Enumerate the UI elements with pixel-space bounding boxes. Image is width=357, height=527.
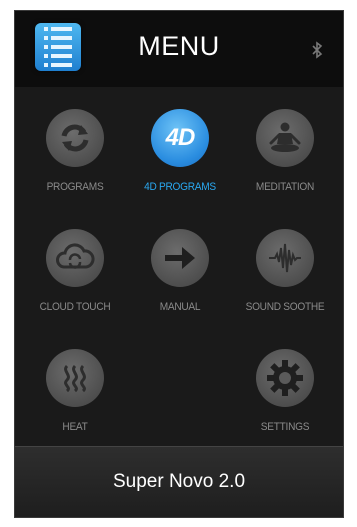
app-screen: MENU PROGRAMS 4D 4D PROGRAMS MEDITATION … xyxy=(14,10,344,518)
arrow-right-icon xyxy=(151,229,209,287)
meditation-icon xyxy=(256,109,314,167)
program-item-manual[interactable]: MANUAL xyxy=(125,229,235,313)
page-title: MENU xyxy=(138,31,220,61)
header-bar: MENU xyxy=(15,11,343,87)
footer-bar: Super Novo 2.0 xyxy=(15,446,343,517)
program-label: SOUND SOOTHE xyxy=(245,301,325,313)
program-item-sound-soothe[interactable]: SOUND SOOTHE xyxy=(230,229,340,313)
4d-icon: 4D xyxy=(151,109,209,167)
device-name: Super Novo 2.0 xyxy=(112,471,246,492)
program-item-cloud-touch[interactable]: CLOUD TOUCH xyxy=(20,229,130,313)
program-item-settings[interactable]: SETTINGS xyxy=(230,349,340,433)
program-item-programs[interactable]: PROGRAMS xyxy=(20,109,130,193)
cloud-touch-icon xyxy=(46,229,104,287)
program-item-meditation[interactable]: MEDITATION xyxy=(230,109,340,193)
program-label: SETTINGS xyxy=(260,421,310,433)
program-label: CLOUD TOUCH xyxy=(39,301,111,313)
program-label: HEAT xyxy=(62,421,88,433)
bluetooth-icon xyxy=(312,41,323,59)
program-item-heat[interactable]: HEAT xyxy=(20,349,130,433)
sound-wave-icon xyxy=(256,229,314,287)
program-item-4d-programs[interactable]: 4D 4D PROGRAMS xyxy=(125,109,235,193)
gear-icon xyxy=(256,349,314,407)
refresh-icon xyxy=(46,109,104,167)
program-label: 4D PROGRAMS xyxy=(144,181,216,193)
program-label: MEDITATION xyxy=(255,181,315,193)
heat-icon xyxy=(46,349,104,407)
program-label: PROGRAMS xyxy=(46,181,104,193)
program-label: MANUAL xyxy=(159,301,201,313)
